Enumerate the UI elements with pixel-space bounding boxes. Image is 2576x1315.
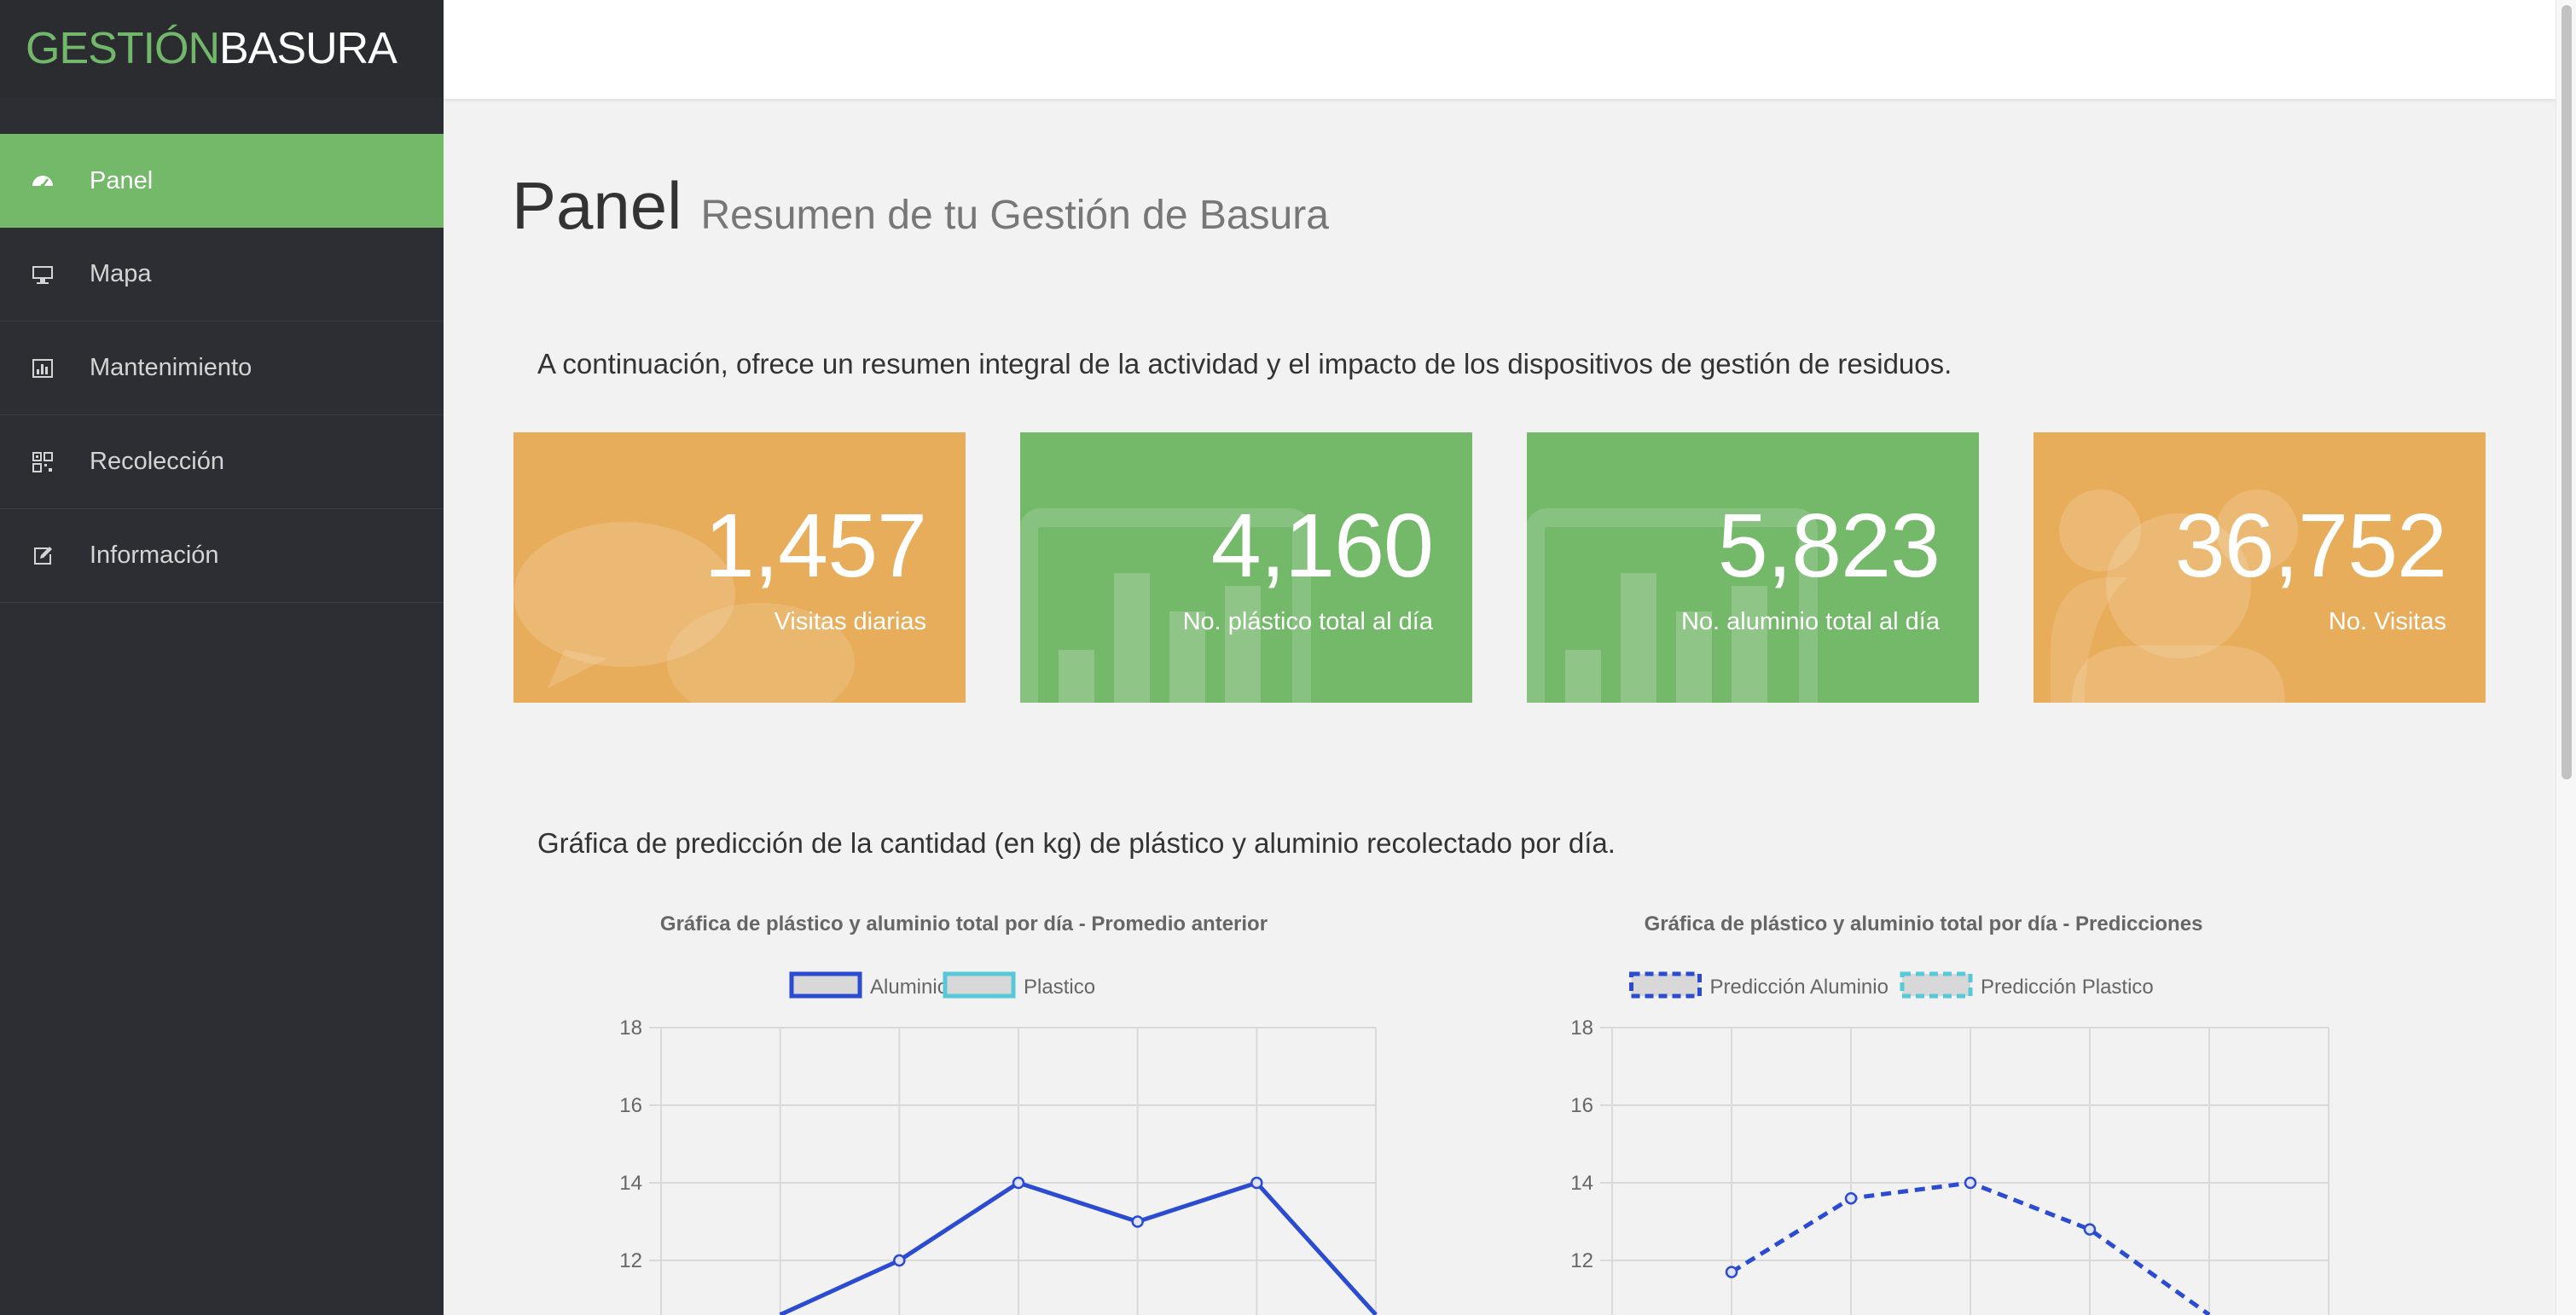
sidebar-item-label: Recolección: [90, 448, 224, 475]
data-point: [1725, 1266, 1738, 1278]
sidebar-item-informacion[interactable]: Información: [0, 509, 444, 603]
line-chart-svg: Predicción Aluminio Predicción Plastico 12…: [1570, 971, 2329, 1315]
line-chart-svg: Aluminio Plastico 12 14 16 18: [619, 971, 1378, 1315]
dashboard-icon: [28, 166, 57, 195]
legend-item: Plastico: [943, 971, 1095, 999]
legend-swatch: [1900, 971, 1973, 999]
legend-label: Predicción Plastico: [1981, 976, 2154, 999]
data-point: [1012, 1176, 1025, 1190]
legend-label: Plastico: [1024, 976, 1095, 999]
stat-card-aluminio[interactable]: 5,823 No. aluminio total al día: [1527, 432, 1979, 703]
legend-swatch: [1629, 971, 1702, 999]
chart-intro-text: Gráfica de predicción de la cantidad (en…: [537, 827, 1616, 859]
stat-label: No. aluminio total al día: [1680, 608, 1940, 635]
data-point: [1250, 1176, 1263, 1190]
main-content: Panel Resumen de tu Gestión de Basura A …: [444, 99, 2556, 1315]
data-point: [893, 1254, 906, 1267]
bar-chart-icon: [28, 354, 57, 383]
data-point: [1964, 1176, 1977, 1190]
sidebar: GESTIÓN BASURA Panel Mapa Mantenimiento R…: [0, 0, 444, 1315]
stat-label: No. plástico total al día: [1182, 608, 1433, 635]
page-subtitle: Resumen de tu Gestión de Basura: [700, 193, 1329, 238]
y-tick-label: 12: [1570, 1249, 1593, 1272]
edit-icon: [28, 542, 57, 571]
stat-value: 36,752: [2174, 495, 2447, 596]
sidebar-item-mapa[interactable]: Mapa: [0, 228, 444, 322]
legend-label: Aluminio: [870, 976, 949, 999]
brand-part1: GESTIÓN: [26, 24, 220, 73]
sidebar-item-mantenimiento[interactable]: Mantenimiento: [0, 322, 444, 415]
stat-value: 4,160: [1210, 495, 1434, 596]
series-line: [779, 1180, 1378, 1315]
monitor-icon: [28, 260, 57, 289]
page-header: Panel Resumen de tu Gestión de Basura: [512, 167, 1329, 245]
y-tick-label: 16: [1570, 1094, 1593, 1117]
y-tick-label: 14: [1570, 1172, 1593, 1195]
stat-card-visitas-diarias[interactable]: 1,457 Visitas diarias: [513, 432, 966, 703]
sidebar-item-label: Información: [90, 542, 219, 569]
sidebar-item-label: Panel: [90, 166, 154, 194]
stat-label: Visitas diarias: [774, 608, 926, 635]
sidebar-item-panel[interactable]: Panel: [0, 134, 444, 228]
sidebar-item-recoleccion[interactable]: Recolección: [0, 415, 444, 509]
top-navbar: [444, 0, 2556, 99]
qrcode-icon: [28, 448, 57, 477]
legend-item: Predicción Aluminio: [1629, 971, 1888, 999]
y-tick-label: 16: [619, 1094, 642, 1117]
y-tick-label: 18: [619, 1017, 642, 1040]
data-point: [2083, 1223, 2097, 1236]
brand-part2: BASURA: [219, 24, 397, 73]
chart-promedio-anterior: Gráfica de plástico y aluminio total por…: [512, 912, 1416, 1315]
y-tick-label: 12: [619, 1249, 642, 1272]
stat-card-plastico[interactable]: 4,160 No. plástico total al día: [1020, 432, 1472, 703]
y-tick-label: 18: [1570, 1017, 1593, 1040]
legend-label: Predicción Aluminio: [1710, 976, 1888, 999]
brand-logo[interactable]: GESTIÓN BASURA: [0, 0, 444, 97]
sidebar-item-label: Mapa: [90, 260, 152, 287]
y-tick-label: 14: [619, 1172, 642, 1195]
page-scrollbar[interactable]: [2556, 0, 2576, 1315]
legend-item: Aluminio: [789, 971, 949, 999]
stat-value: 1,457: [704, 495, 927, 596]
legend-swatch: [789, 971, 862, 999]
data-point: [1131, 1215, 1144, 1228]
legend-item: Predicción Plastico: [1900, 971, 2154, 999]
scrollbar-thumb[interactable]: [2561, 5, 2572, 779]
stat-label: No. Visitas: [2328, 608, 2446, 635]
intro-text: A continuación, ofrece un resumen integr…: [537, 348, 1952, 379]
stat-value: 5,823: [1717, 495, 1941, 596]
page-title: Panel: [512, 168, 682, 243]
chart-predicciones: Gráfica de plástico y aluminio total por…: [1476, 912, 2371, 1315]
sidebar-item-label: Mantenimiento: [90, 354, 252, 381]
data-point: [1844, 1191, 1858, 1205]
stat-card-visitas[interactable]: 36,752 No. Visitas: [2034, 432, 2486, 703]
legend-swatch: [943, 971, 1016, 999]
